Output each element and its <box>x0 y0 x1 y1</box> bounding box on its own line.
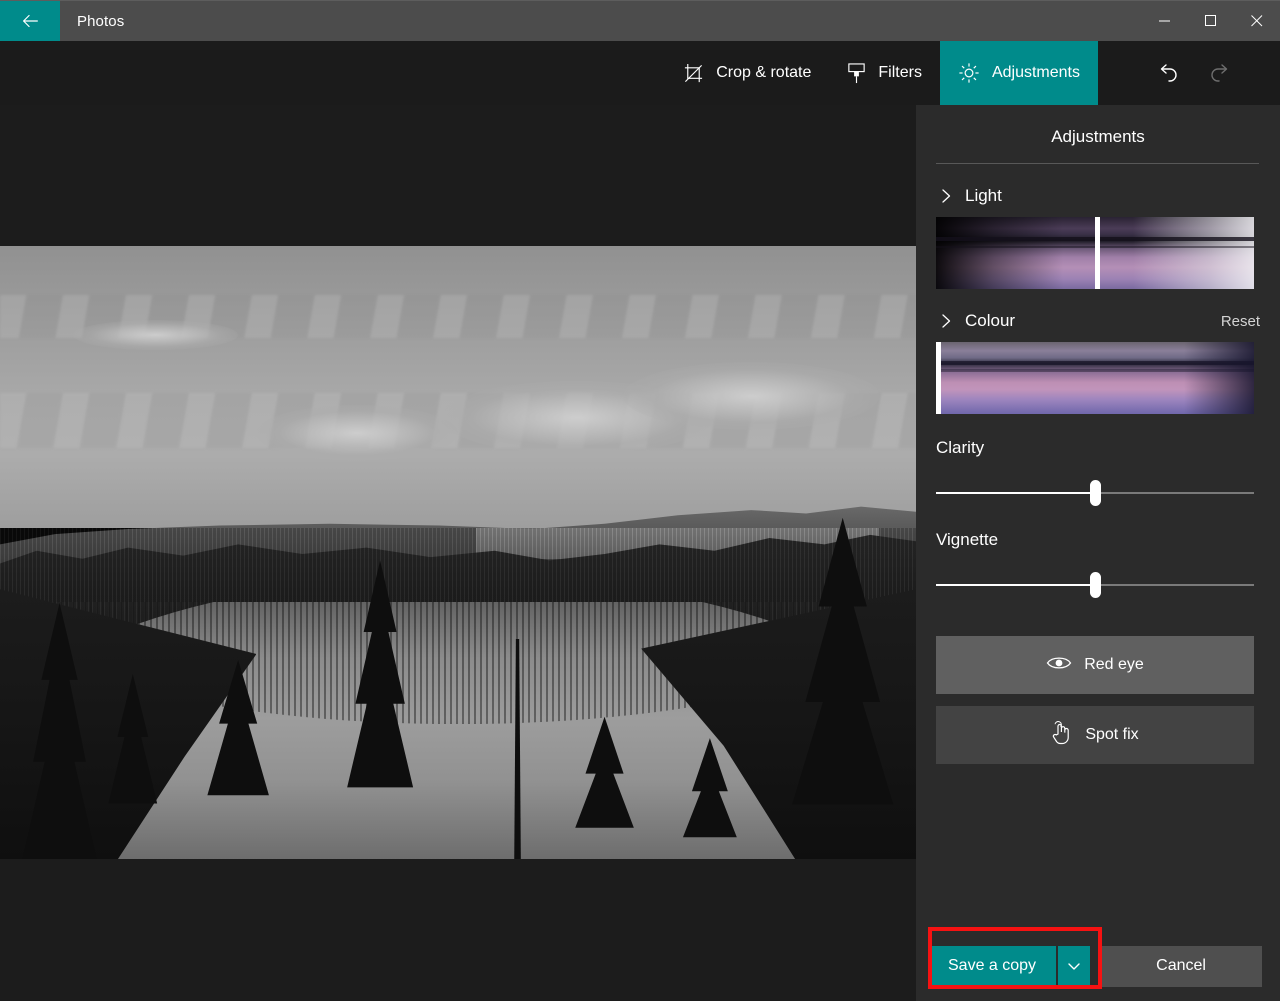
group-header-colour[interactable]: Colour Reset <box>936 311 1260 331</box>
light-slider-handle[interactable] <box>1095 217 1100 289</box>
photo-cloud-3 <box>623 362 879 429</box>
clarity-track-fill <box>936 492 1095 494</box>
chevron-right-icon <box>936 188 956 204</box>
photo-tree-1 <box>18 603 100 859</box>
tab-crop-rotate-label: Crop & rotate <box>716 64 811 82</box>
editor-toolbar: Crop & rotate Filters <box>0 41 1280 105</box>
clarity-slider[interactable] <box>936 480 1254 506</box>
colour-thumbnail-slider[interactable] <box>936 342 1254 414</box>
colour-preview-image <box>936 342 1254 414</box>
light-thumbnail-slider[interactable] <box>936 217 1254 289</box>
vignette-slider[interactable] <box>936 572 1254 598</box>
photo-image <box>0 246 916 859</box>
group-label-light: Light <box>965 186 1002 206</box>
panel-action-bar: Save a copy Cancel <box>916 931 1280 1001</box>
panel-content: Light Colour <box>916 164 1280 764</box>
photo-cloud-4 <box>73 320 238 351</box>
back-button[interactable] <box>0 1 60 41</box>
photo-tree-4 <box>339 560 421 859</box>
hand-pointer-icon <box>1051 721 1073 750</box>
clarity-label: Clarity <box>936 438 1260 458</box>
back-arrow-icon <box>19 10 41 32</box>
vignette-slider-block: Vignette <box>936 530 1260 598</box>
tab-crop-rotate[interactable]: Crop & rotate <box>665 41 829 105</box>
close-button[interactable] <box>1234 1 1280 41</box>
titlebar-drag-region <box>124 1 1142 41</box>
red-eye-button[interactable]: Red eye <box>936 636 1254 694</box>
photo-foreground-trees <box>0 503 916 859</box>
vignette-label: Vignette <box>936 530 1260 550</box>
toolbar-spacer-left <box>0 41 665 105</box>
vignette-slider-thumb[interactable] <box>1090 572 1101 598</box>
photo-tree-7 <box>788 518 898 859</box>
save-options-dropdown-button[interactable] <box>1058 946 1090 987</box>
spot-fix-label: Spot fix <box>1085 726 1138 744</box>
title-bar: Photos <box>0 0 1280 41</box>
brightness-sun-icon <box>958 62 980 84</box>
editor-body: Adjustments Light <box>0 105 1280 1001</box>
group-label-colour: Colour <box>965 311 1015 331</box>
crop-rotate-icon <box>683 63 704 84</box>
redo-icon <box>1207 60 1233 86</box>
redo-button[interactable] <box>1194 41 1246 105</box>
save-a-copy-button[interactable]: Save a copy <box>928 946 1056 987</box>
toolbar-spacer-right <box>1246 41 1280 105</box>
tab-adjustments[interactable]: Adjustments <box>940 41 1098 105</box>
toolbar-gap <box>1098 41 1142 105</box>
maximize-icon <box>1205 15 1217 27</box>
undo-button[interactable] <box>1142 41 1194 105</box>
photo-viewport[interactable] <box>0 246 916 859</box>
save-a-copy-group: Save a copy <box>928 946 1090 987</box>
photo-tree-2 <box>101 674 165 859</box>
panel-title: Adjustments <box>916 105 1280 163</box>
photo-tree-3 <box>202 660 275 859</box>
colour-right-shadow <box>1184 342 1254 414</box>
minimize-button[interactable] <box>1142 1 1188 41</box>
cancel-button[interactable]: Cancel <box>1100 946 1262 987</box>
group-header-light[interactable]: Light <box>936 186 1260 206</box>
chevron-right-icon <box>936 313 956 329</box>
tab-filters[interactable]: Filters <box>829 41 940 105</box>
app-title: Photos <box>60 1 124 41</box>
colour-reset-link[interactable]: Reset <box>1221 313 1260 330</box>
minimize-icon <box>1159 15 1171 27</box>
photo-cloud-1 <box>256 405 458 460</box>
vignette-track-fill <box>936 584 1095 586</box>
clarity-slider-block: Clarity <box>936 438 1260 506</box>
filters-icon <box>847 63 866 84</box>
undo-icon <box>1155 60 1181 86</box>
colour-slider-handle[interactable] <box>936 342 941 414</box>
maximize-button[interactable] <box>1188 1 1234 41</box>
photo-tree-6 <box>568 717 641 859</box>
photos-editor-window: Photos <box>0 0 1280 1001</box>
clarity-slider-thumb[interactable] <box>1090 480 1101 506</box>
adjustments-panel: Adjustments Light <box>916 105 1280 1001</box>
photo-tree-8 <box>678 738 742 859</box>
tab-adjustments-label: Adjustments <box>992 64 1080 82</box>
spot-fix-button[interactable]: Spot fix <box>936 706 1254 764</box>
window-controls <box>1142 1 1280 41</box>
chevron-down-icon <box>1066 958 1082 974</box>
close-icon <box>1251 15 1263 27</box>
photo-tree-5 <box>504 639 531 859</box>
red-eye-label: Red eye <box>1084 656 1144 674</box>
tab-filters-label: Filters <box>878 64 922 82</box>
photo-canvas <box>0 105 916 1001</box>
eye-icon <box>1046 654 1072 677</box>
